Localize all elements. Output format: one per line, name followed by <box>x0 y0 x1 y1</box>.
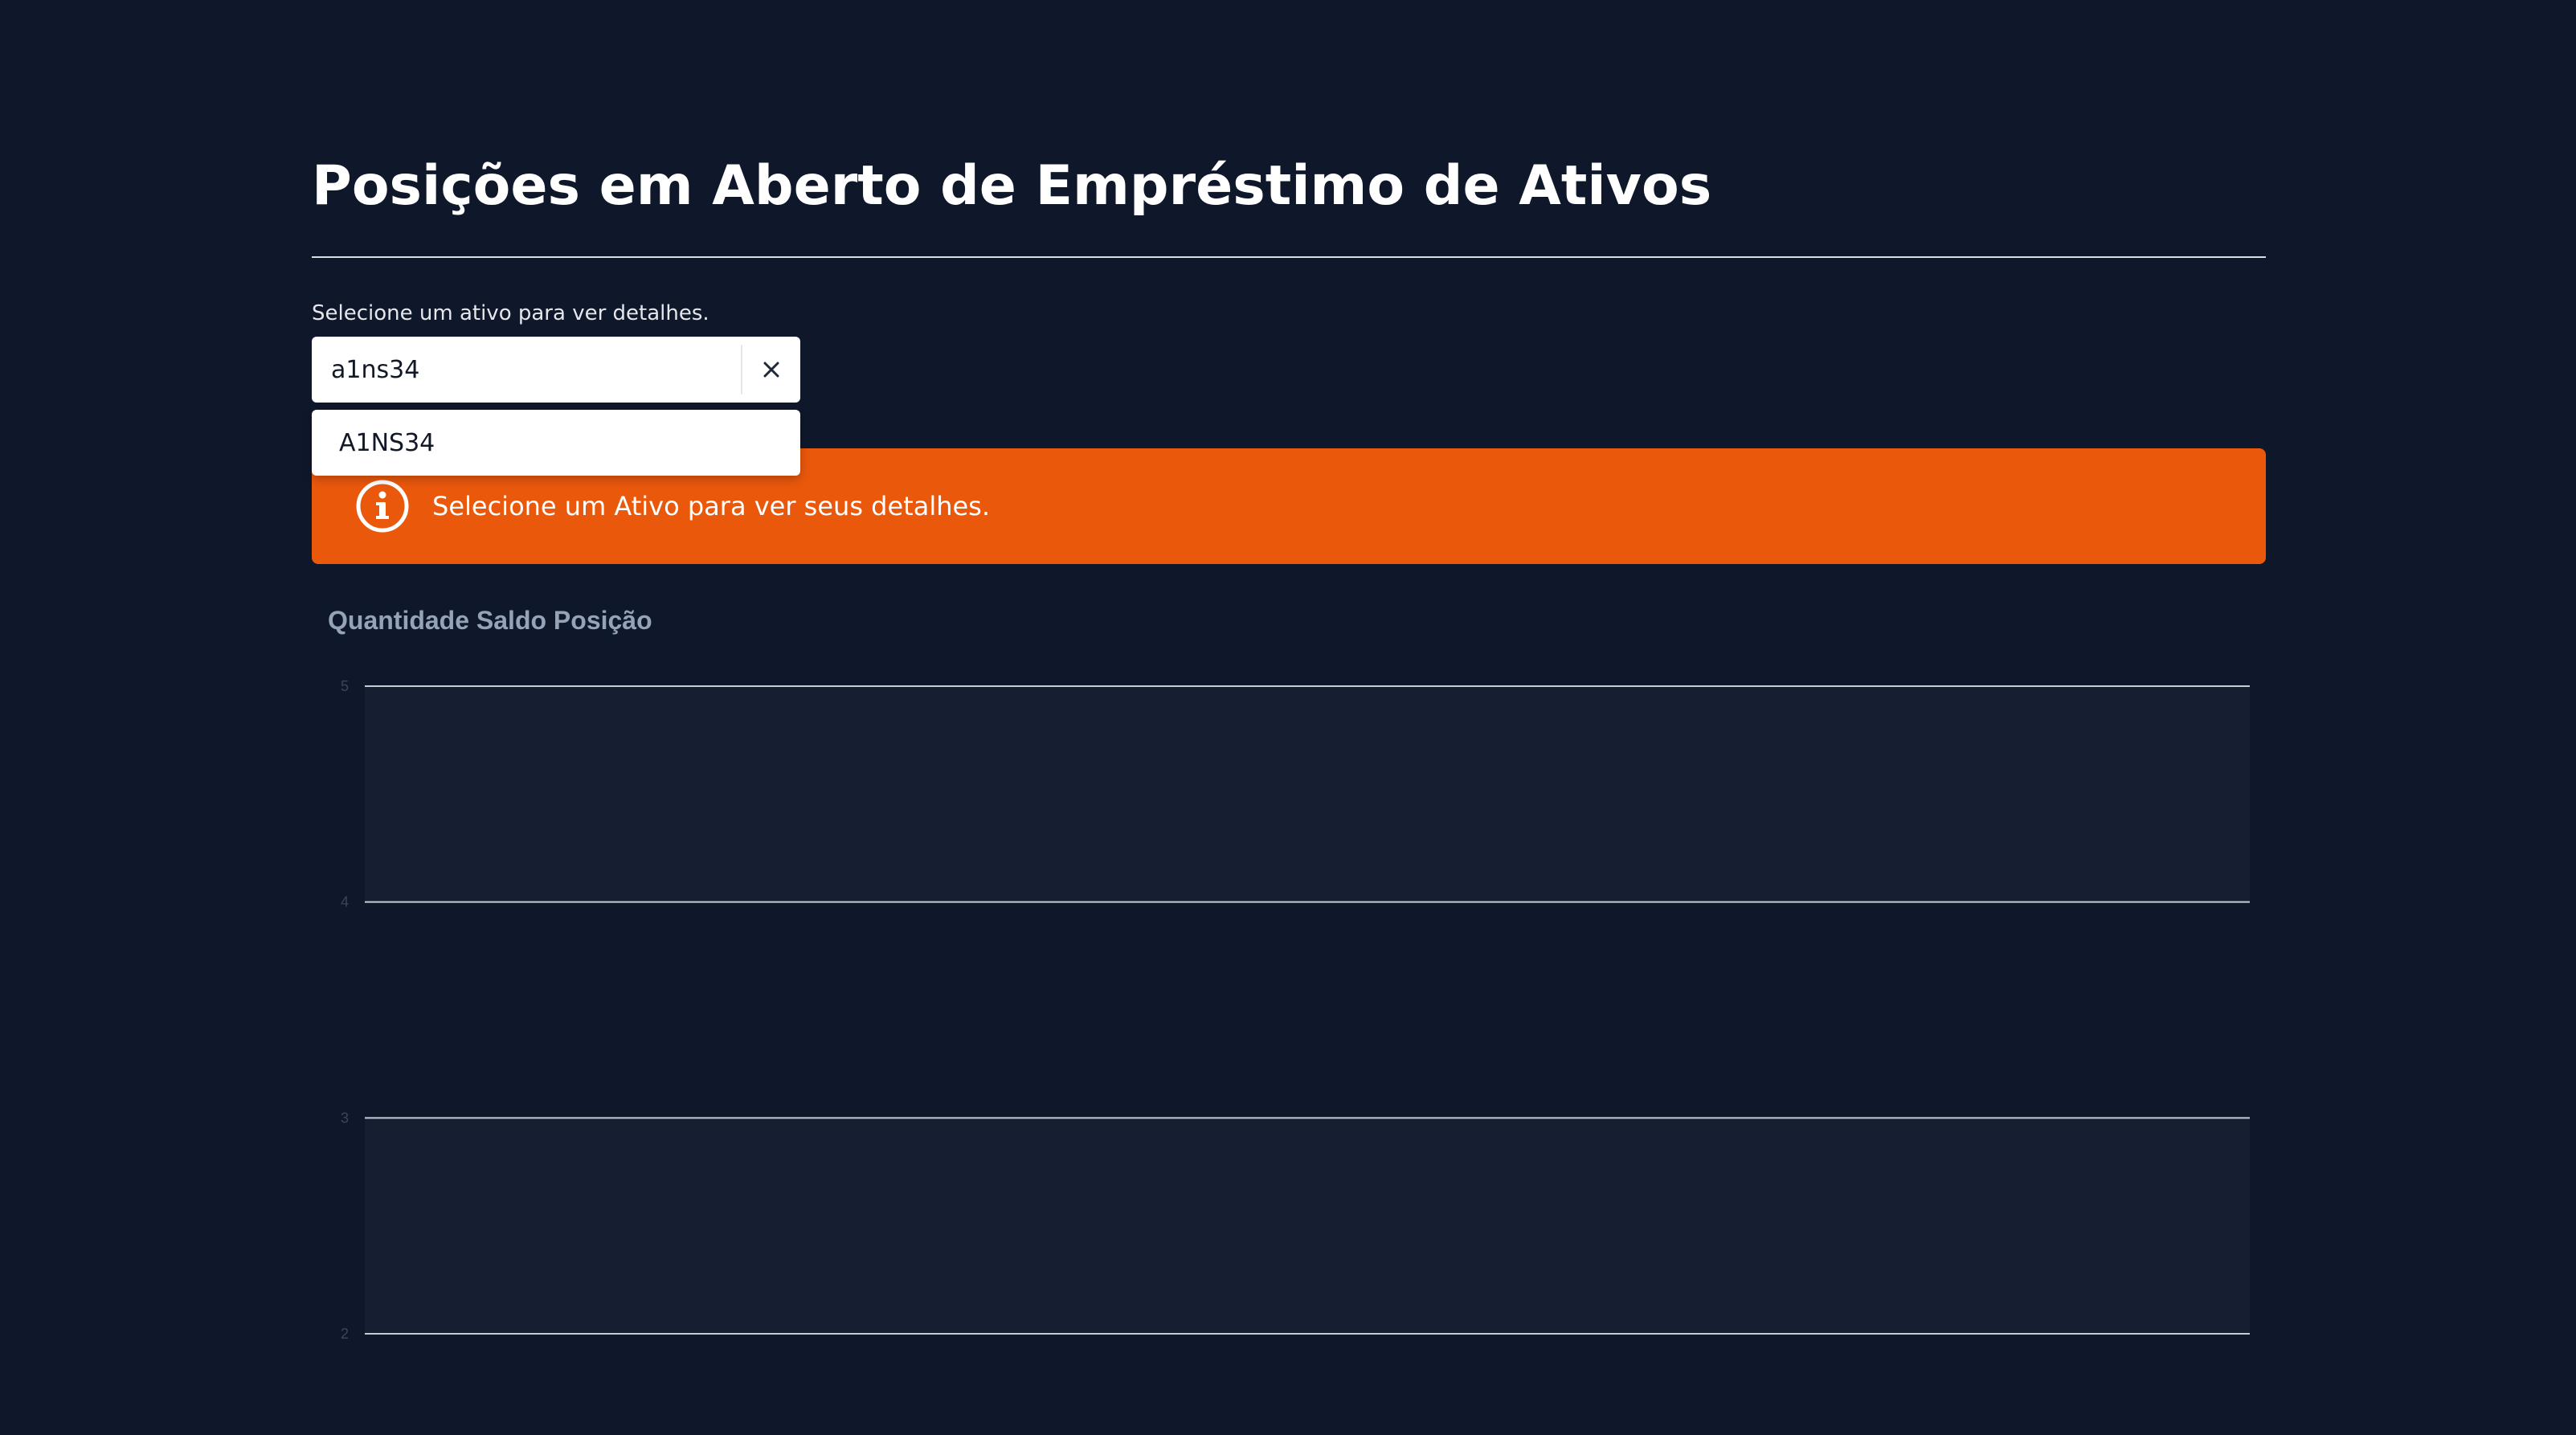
asset-select-label: Selecione um ativo para ver detalhes. <box>312 301 709 325</box>
y-tick-label: 2 <box>341 1326 349 1342</box>
dropdown-option-a1ns34[interactable]: A1NS34 <box>312 410 800 476</box>
y-tick-label: 4 <box>341 894 349 910</box>
close-icon <box>763 362 779 378</box>
y-tick-label: 3 <box>341 1110 349 1126</box>
chart-band <box>365 686 2250 902</box>
position-chart: 5 4 3 2 Quantidade Saldo Posição <box>312 595 2266 1350</box>
asset-select[interactable] <box>312 337 800 403</box>
alert-message: Selecione um Ativo para ver seus detalhe… <box>432 491 991 521</box>
clear-selection-button[interactable] <box>742 337 800 403</box>
title-divider <box>312 256 2266 258</box>
chart-canvas: 5 4 3 2 <box>341 678 2250 1342</box>
y-tick-label: 5 <box>341 678 349 694</box>
chart-band <box>365 1118 2250 1334</box>
chart-title: Quantidade Saldo Posição <box>328 606 652 635</box>
page-title: Posições em Aberto de Empréstimo de Ativ… <box>312 154 1712 218</box>
asset-dropdown: A1NS34 <box>312 410 800 476</box>
page-container: Posições em Aberto de Empréstimo de Ativ… <box>312 0 2266 1435</box>
asset-search-input[interactable] <box>312 337 741 403</box>
info-icon <box>356 480 409 533</box>
